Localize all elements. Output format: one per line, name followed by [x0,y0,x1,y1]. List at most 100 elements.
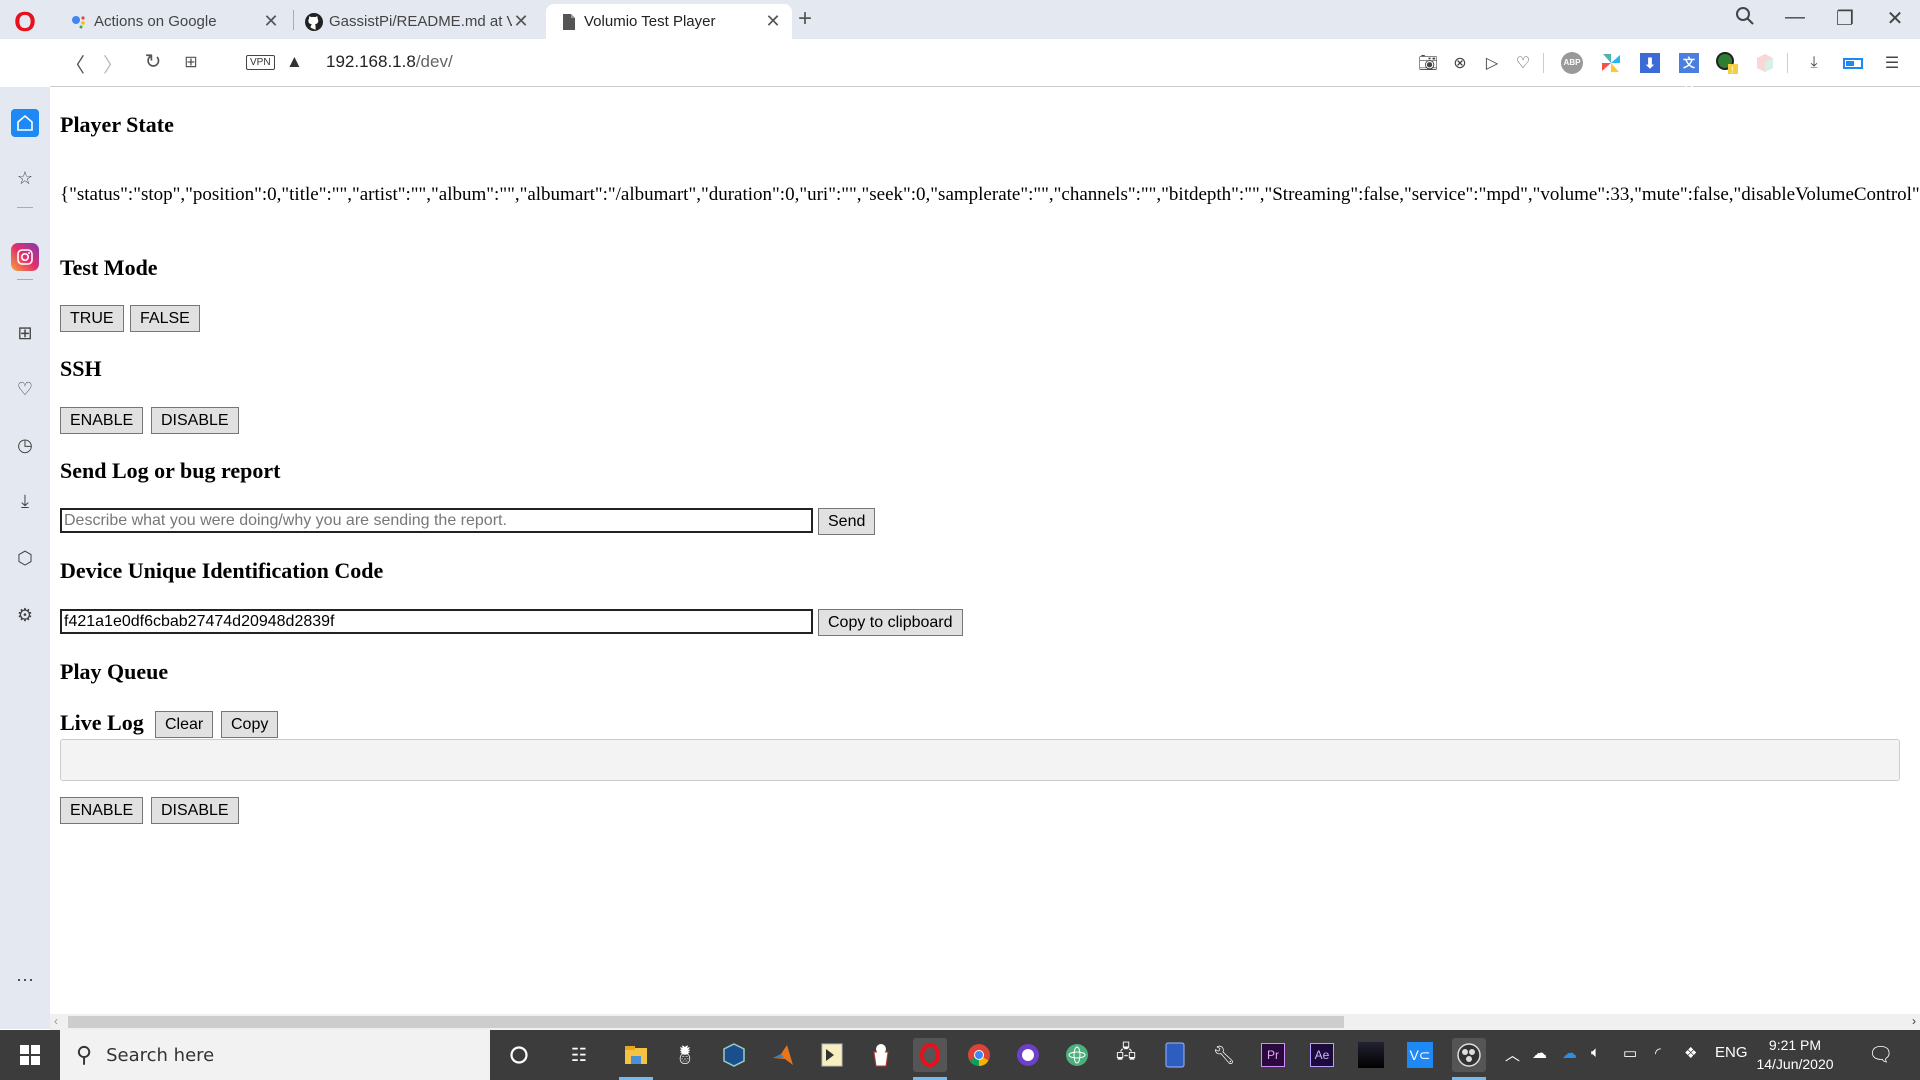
easy-setup-icon[interactable]: ☰ [1880,51,1904,75]
close-icon[interactable]: ✕ [262,11,280,32]
tab-gassistpi-readme[interactable]: GassistPi/README.md at V ✕ [295,4,540,39]
grid-icon[interactable]: ⊞ [11,319,39,347]
speed-dial-icon[interactable]: ⊞ [178,52,204,72]
live-log-copy-button[interactable]: Copy [221,711,279,738]
battery-icon[interactable]: ▭ [1623,1044,1637,1062]
vpn-badge[interactable]: VPN [246,55,275,70]
copy-to-clipboard-button[interactable]: Copy to clipboard [818,609,963,636]
send-log-button[interactable]: Send [818,508,876,535]
network-app-icon[interactable]: 🖧︎ [1109,1038,1143,1072]
obs-icon[interactable] [1452,1038,1486,1080]
live-log-disable-button[interactable]: DISABLE [151,797,239,824]
search-tabs-icon[interactable] [1730,6,1760,32]
instagram-icon[interactable] [11,243,39,271]
heart-icon[interactable]: ♡ [11,375,39,403]
live-log-clear-button[interactable]: Clear [155,711,214,738]
file-explorer-icon[interactable] [619,1038,653,1080]
globe-warning-icon[interactable]: ! [1715,51,1739,75]
translate-icon[interactable]: 文A [1677,51,1701,90]
pineapple-app-icon[interactable]: 🍍︎ [668,1038,702,1072]
clock-time: 9:21 PM [1768,1037,1822,1053]
github-icon [305,12,323,31]
settings-icon[interactable]: ⚙ [11,601,39,629]
tab-bar: O Actions on Google ✕ GassistPi/README.m… [0,0,1920,39]
show-hidden-icons-icon[interactable]: ︿ [1505,1044,1520,1065]
home-icon[interactable] [11,109,39,137]
tab-actions-on-google[interactable]: Actions on Google ✕ [50,4,290,39]
cube-icon[interactable]: ⬡ [11,544,39,572]
star-icon[interactable]: ☆ [11,164,39,192]
history-icon[interactable]: ◷ [11,431,39,459]
more-icon[interactable]: ⋯ [11,966,39,994]
live-log-output[interactable] [60,739,1900,781]
close-window-button[interactable]: ✕ [1880,6,1910,31]
bug-report-input[interactable] [60,508,813,533]
matlab-icon[interactable] [766,1038,800,1072]
system-clock[interactable]: 9:21 PM 14/Jun/2020 [1740,1036,1850,1074]
heart-icon[interactable]: ♡ [1511,51,1535,75]
taskbar-search[interactable]: ⚲ Search here [60,1030,490,1080]
phone-app-icon[interactable] [1158,1038,1192,1072]
tab-title: Volumio Test Player [584,13,716,30]
camera-icon[interactable]: 📷︎ [1416,51,1440,75]
scroll-right-arrow-icon[interactable]: › [1912,1014,1916,1028]
cortana-icon[interactable] [502,1038,536,1072]
player-state-json: {"status":"stop","position":0,"title":""… [60,184,1920,205]
popcorn-time-icon[interactable] [864,1038,898,1072]
downloads-icon[interactable]: ⤓ [1802,51,1826,75]
premiere-pro-icon[interactable]: Pr [1256,1038,1290,1072]
toolbar-separator [1543,53,1544,73]
game-app-icon[interactable] [1354,1038,1388,1072]
scroll-left-arrow-icon[interactable]: ‹ [54,1014,58,1028]
virtualbox-icon[interactable] [717,1038,751,1072]
tab-volumio-test-player[interactable]: Volumio Test Player ✕ [546,4,792,39]
volume-icon[interactable]: 🔈︎ [1591,1044,1600,1061]
send-log-heading: Send Log or bug report [60,458,281,483]
ssh-disable-button[interactable]: DISABLE [151,407,239,434]
close-icon[interactable]: ✕ [512,11,530,32]
back-button[interactable]: 〈 [62,49,88,78]
search-placeholder: Search here [106,1044,215,1066]
github-desktop-icon[interactable] [1011,1038,1045,1072]
vscode-icon[interactable]: V⊂ [1403,1038,1437,1072]
new-tab-button[interactable]: + [798,5,812,33]
action-center-icon[interactable]: 🗨︎ [1868,1042,1893,1067]
url-field[interactable]: 192.168.1.8/dev/ [326,52,453,72]
test-mode-false-button[interactable]: FALSE [130,305,200,332]
scrollbar-thumb[interactable] [68,1016,1344,1028]
tools-app-icon[interactable]: 🔧︎ [1207,1038,1241,1072]
opera-taskbar-icon[interactable] [913,1038,947,1080]
onedrive-business-icon[interactable]: ☁ [1562,1044,1577,1062]
abp-icon[interactable]: ABP [1560,51,1584,75]
cube-icon[interactable] [1753,51,1777,75]
warning-icon[interactable]: ▲ [286,52,303,72]
device-id-field[interactable] [60,609,813,634]
minimize-button[interactable]: — [1780,6,1810,29]
onedrive-personal-icon[interactable]: ☁ [1532,1044,1547,1062]
live-log-enable-button[interactable]: ENABLE [60,797,144,824]
url-host: 192.168.1.8 [326,52,416,71]
forward-button[interactable]: 〉 [100,49,126,78]
start-button[interactable] [0,1030,60,1080]
wifi-icon[interactable]: ◜ [1655,1044,1661,1062]
battery-saver-icon[interactable] [1841,51,1865,75]
close-icon[interactable]: ✕ [764,11,782,32]
chrome-icon[interactable] [962,1038,996,1072]
test-mode-true-button[interactable]: TRUE [60,305,124,332]
send-icon[interactable]: ▷ [1480,51,1504,75]
windows-taskbar: ⚲ Search here ☷ 🍍︎ 🖧︎ 🔧︎ Pr Ae V⊂ ︿ ☁ ☁ … [0,1030,1920,1080]
horizontal-scrollbar[interactable]: ‹ › [50,1014,1920,1030]
task-view-icon[interactable]: ☷ [562,1038,596,1072]
ssh-enable-button[interactable]: ENABLE [60,407,144,434]
download-icon[interactable]: ⤓ [11,487,39,515]
atom-icon[interactable] [1060,1038,1094,1072]
after-effects-icon[interactable]: Ae [1305,1038,1339,1072]
adblock-shield-icon[interactable]: ⊗ [1448,51,1472,75]
pinwheel-icon[interactable] [1599,51,1623,75]
restore-button[interactable]: ❐ [1830,6,1860,31]
labview-icon[interactable] [815,1038,849,1072]
opera-menu-icon[interactable]: O [12,8,38,36]
dropbox-icon[interactable]: ❖ [1684,1044,1697,1062]
reload-button[interactable]: ↻ [140,49,166,74]
download-arrow-icon[interactable]: ⬇ [1638,51,1662,75]
